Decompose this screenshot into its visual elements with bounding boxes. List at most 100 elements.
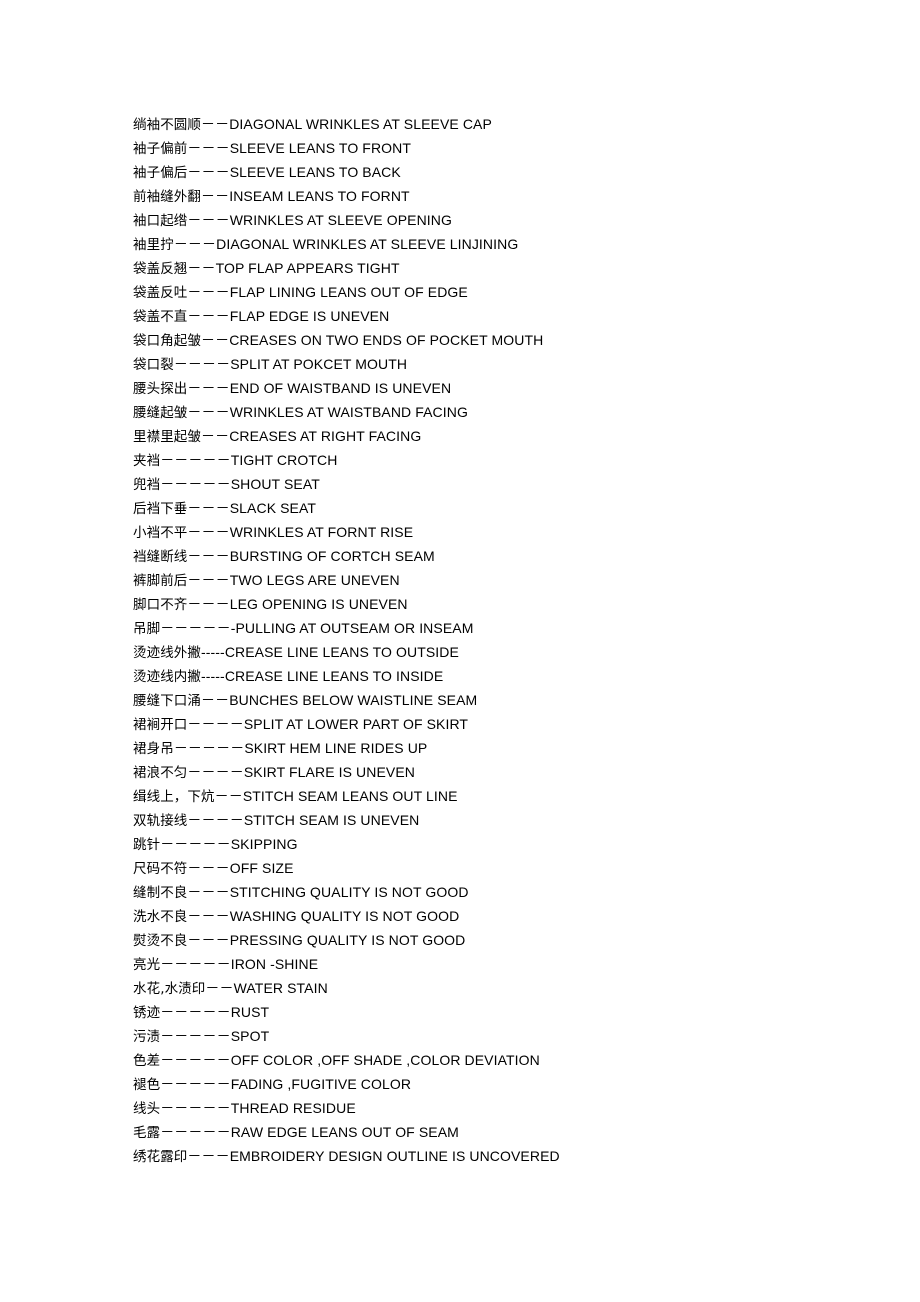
entry-term-chinese: 线头 bbox=[133, 1101, 161, 1117]
entry-term-english: DIAGONAL WRINKLES AT SLEEVE CAP bbox=[229, 116, 492, 132]
entry-term-english: STITCH SEAM IS UNEVEN bbox=[243, 812, 420, 828]
entry-separator: －－ bbox=[201, 332, 230, 348]
glossary-entry: 绱袖不圆顺－－DIAGONAL WRINKLES AT SLEEVE CAP bbox=[133, 112, 833, 136]
entry-term-chinese: 裙裥开口 bbox=[133, 717, 188, 733]
entry-separator: －－－－－ bbox=[160, 1076, 231, 1092]
entry-term-english: RAW EDGE LEANS OUT OF SEAM bbox=[230, 1124, 459, 1140]
entry-term-chinese: 水花,水渍印 bbox=[133, 981, 206, 997]
entry-term-english: SLEEVE LEANS TO BACK bbox=[229, 164, 401, 180]
entry-separator: －－－ bbox=[187, 548, 230, 564]
entry-term-chinese: 缝制不良 bbox=[133, 885, 188, 901]
entry-separator: －－ bbox=[201, 428, 230, 444]
entry-separator: －－－ bbox=[187, 572, 230, 588]
entry-term-chinese: 绱袖不圆顺 bbox=[133, 117, 201, 133]
entry-term-chinese: 裆缝断线 bbox=[133, 549, 188, 565]
glossary-entry: 兜裆－－－－－SHOUT SEAT bbox=[133, 472, 833, 496]
entry-separator: －－－－－ bbox=[160, 1052, 231, 1068]
entry-term-chinese: 小裆不平 bbox=[133, 525, 188, 541]
entry-term-chinese: 尺码不符 bbox=[133, 861, 188, 877]
entry-term-english: PULLING AT OUTSEAM OR INSEAM bbox=[235, 620, 474, 636]
entry-separator: －－－ bbox=[187, 284, 230, 300]
glossary-entry: 前袖缝外翻－－INSEAM LEANS TO FORNT bbox=[133, 184, 833, 208]
glossary-entry: 跳针－－－－－SKIPPING bbox=[133, 832, 833, 856]
entry-term-chinese: 绣花露印 bbox=[133, 1149, 188, 1165]
entry-term-english: CREASES ON TWO ENDS OF POCKET MOUTH bbox=[229, 332, 544, 348]
entry-separator: －－－ bbox=[187, 908, 230, 924]
glossary-entry: 袖子偏后－－－SLEEVE LEANS TO BACK bbox=[133, 160, 833, 184]
glossary-entry: 袋盖反吐－－－FLAP LINING LEANS OUT OF EDGE bbox=[133, 280, 833, 304]
entry-separator: －－－－－ bbox=[160, 956, 231, 972]
entry-separator: －－－ bbox=[187, 212, 230, 228]
glossary-entry: 线头－－－－－THREAD RESIDUE bbox=[133, 1096, 833, 1120]
glossary-entry: 污渍－－－－－SPOT bbox=[133, 1024, 833, 1048]
entry-term-english: SPOT bbox=[230, 1028, 270, 1044]
glossary-entry: 裙裥开口－－－－SPLIT AT LOWER PART OF SKIRT bbox=[133, 712, 833, 736]
glossary-entry: 裤脚前后－－－TWO LEGS ARE UNEVEN bbox=[133, 568, 833, 592]
entry-term-english: FADING ,FUGITIVE COLOR bbox=[230, 1076, 412, 1092]
entry-term-english: STITCH SEAM LEANS OUT LINE bbox=[242, 788, 458, 804]
entry-term-chinese: 褪色 bbox=[133, 1077, 161, 1093]
entry-term-english: END OF WAISTBAND IS UNEVEN bbox=[229, 380, 452, 396]
glossary-entry: 吊脚－－－－－-PULLING AT OUTSEAM OR INSEAM bbox=[133, 616, 833, 640]
entry-separator: －－－－－ bbox=[160, 476, 231, 492]
entry-term-english: IRON -SHINE bbox=[230, 956, 319, 972]
entry-term-english: SKIRT HEM LINE RIDES UP bbox=[244, 740, 428, 756]
entry-term-english: LEG OPENING IS UNEVEN bbox=[229, 596, 408, 612]
glossary-entry: 后裆下垂－－－SLACK SEAT bbox=[133, 496, 833, 520]
entry-term-english: WRINKLES AT WAISTBAND FACING bbox=[229, 404, 468, 420]
entry-separator: －－－－－ bbox=[160, 452, 231, 468]
glossary-entry: 烫迹线内撇-----CREASE LINE LEANS TO INSIDE bbox=[133, 664, 833, 688]
entry-separator: －－－ bbox=[187, 884, 230, 900]
glossary-entry: 裙身吊－－－－－SKIRT HEM LINE RIDES UP bbox=[133, 736, 833, 760]
glossary-entry: 袖里拧－－－DIAGONAL WRINKLES AT SLEEVE LINJIN… bbox=[133, 232, 833, 256]
entry-separator: －－－ bbox=[173, 236, 217, 252]
entry-term-english: CREASE LINE LEANS TO INSIDE bbox=[224, 668, 444, 684]
glossary-entry: 里襟里起皱－－CREASES AT RIGHT FACING bbox=[133, 424, 833, 448]
glossary-entry: 裙浪不匀－－－－SKIRT FLARE IS UNEVEN bbox=[133, 760, 833, 784]
entry-separator: －－－ bbox=[187, 404, 230, 420]
entry-term-english: SKIPPING bbox=[230, 836, 298, 852]
entry-term-english: WRINKLES AT SLEEVE OPENING bbox=[229, 212, 452, 228]
entry-term-chinese: 袋口裂 bbox=[133, 357, 174, 373]
entry-separator: －－－ bbox=[187, 308, 230, 324]
glossary-entry: 袖子偏前－－－SLEEVE LEANS TO FRONT bbox=[133, 136, 833, 160]
glossary-entry: 烫迹线外撇-----CREASE LINE LEANS TO OUTSIDE bbox=[133, 640, 833, 664]
entry-term-chinese: 吊脚 bbox=[133, 621, 161, 637]
entry-separator: －－－ bbox=[187, 596, 230, 612]
entry-term-english: SPLIT AT LOWER PART OF SKIRT bbox=[243, 716, 469, 732]
entry-separator: －－－ bbox=[187, 140, 230, 156]
entry-separator: －－－ bbox=[187, 1148, 230, 1164]
glossary-entry: 熨烫不良－－－PRESSING QUALITY IS NOT GOOD bbox=[133, 928, 833, 952]
entry-term-chinese: 洗水不良 bbox=[133, 909, 188, 925]
entry-term-chinese: 脚口不齐 bbox=[133, 597, 188, 613]
entry-term-chinese: 袖口起绺 bbox=[133, 213, 188, 229]
entry-term-english: TWO LEGS ARE UNEVEN bbox=[229, 572, 400, 588]
entry-term-english: CREASE LINE LEANS TO OUTSIDE bbox=[224, 644, 459, 660]
entry-separator: －－－ bbox=[187, 380, 230, 396]
entry-term-english: SHOUT SEAT bbox=[230, 476, 320, 492]
entry-separator: －－－－－ bbox=[160, 1100, 231, 1116]
entry-term-chinese: 腰头探出 bbox=[133, 381, 188, 397]
entry-term-chinese: 袋盖不直 bbox=[133, 309, 188, 325]
entry-term-chinese: 袖里拧 bbox=[133, 237, 174, 253]
glossary-entry: 洗水不良－－－WASHING QUALITY IS NOT GOOD bbox=[133, 904, 833, 928]
entry-term-english: WASHING QUALITY IS NOT GOOD bbox=[229, 908, 460, 924]
entry-term-english: SKIRT FLARE IS UNEVEN bbox=[243, 764, 415, 780]
entry-term-chinese: 裙浪不匀 bbox=[133, 765, 188, 781]
glossary-entry: 毛露－－－－－RAW EDGE LEANS OUT OF SEAM bbox=[133, 1120, 833, 1144]
entry-term-chinese: 裤脚前后 bbox=[133, 573, 188, 589]
entry-term-chinese: 锈迹 bbox=[133, 1005, 161, 1021]
entry-separator: －－ bbox=[201, 188, 230, 204]
entry-term-chinese: 袋盖反翘 bbox=[133, 261, 188, 277]
glossary-entry: 双轨接线－－－－STITCH SEAM IS UNEVEN bbox=[133, 808, 833, 832]
glossary-entry: 小裆不平－－－WRINKLES AT FORNT RISE bbox=[133, 520, 833, 544]
entry-term-english: INSEAM LEANS TO FORNT bbox=[229, 188, 410, 204]
glossary-entry: 脚口不齐－－－LEG OPENING IS UNEVEN bbox=[133, 592, 833, 616]
entry-term-english: BUNCHES BELOW WAISTLINE SEAM bbox=[229, 692, 478, 708]
glossary-entry: 缝制不良－－－STITCHING QUALITY IS NOT GOOD bbox=[133, 880, 833, 904]
entry-term-english: RUST bbox=[230, 1004, 270, 1020]
glossary-entry: 袋口裂－－－－SPLIT AT POKCET MOUTH bbox=[133, 352, 833, 376]
entry-term-chinese: 袖子偏后 bbox=[133, 165, 188, 181]
entry-term-chinese: 色差 bbox=[133, 1053, 161, 1069]
entry-separator: －－－ bbox=[187, 164, 230, 180]
